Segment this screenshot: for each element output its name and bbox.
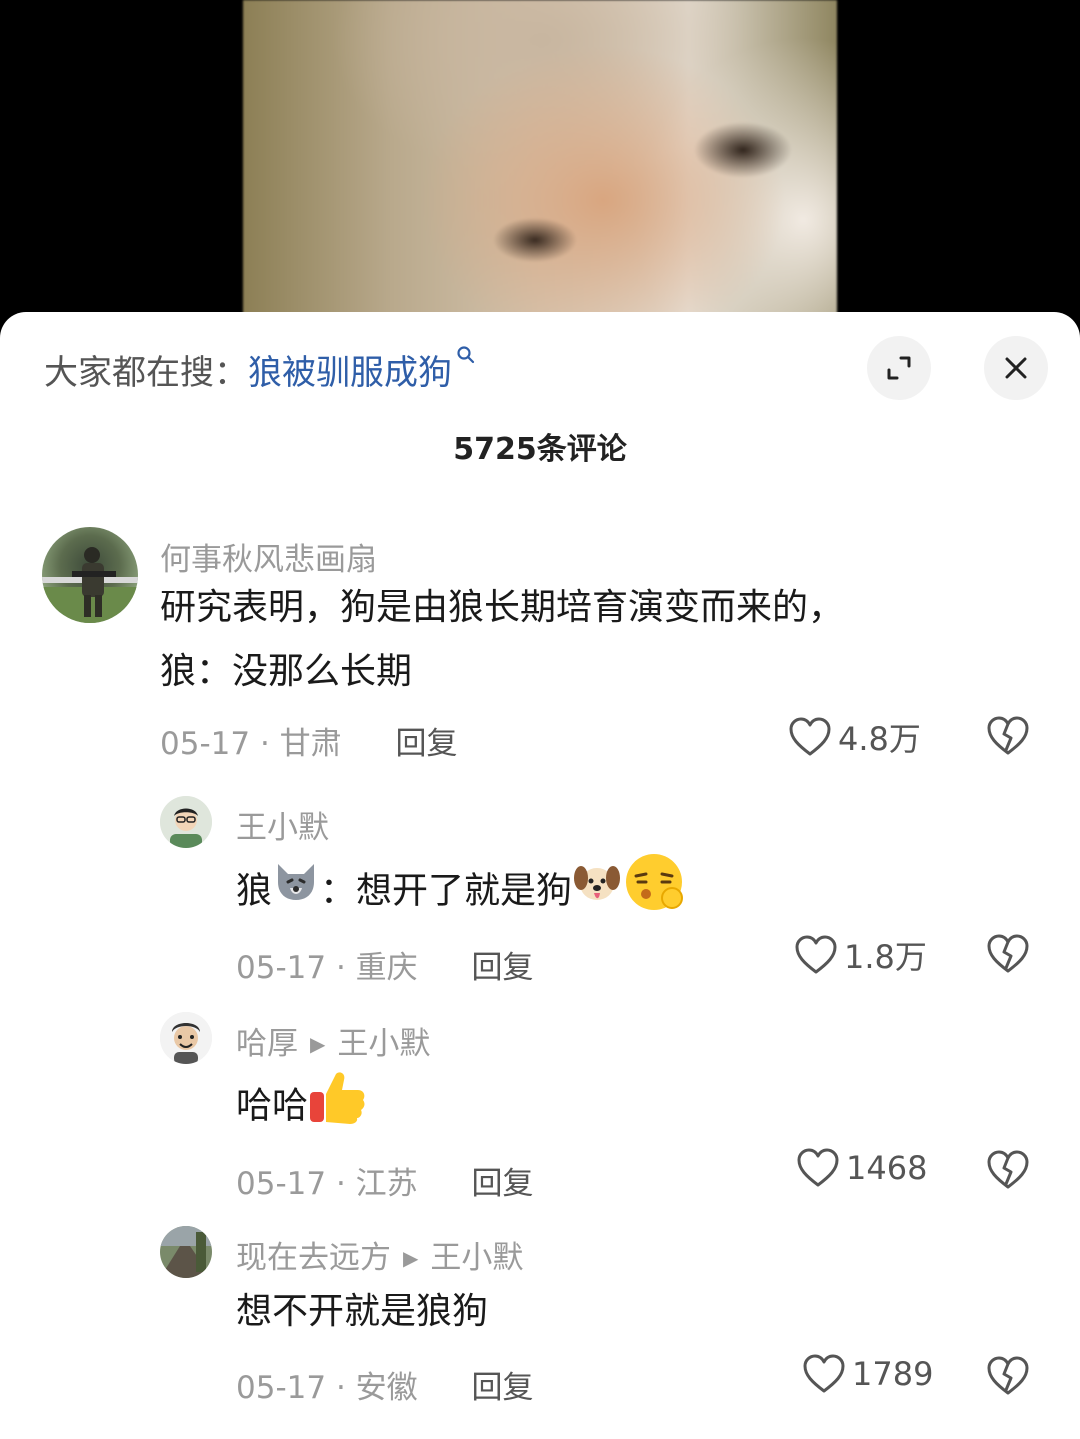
like-button[interactable]: 4.8万: [788, 714, 921, 760]
heart-outline-icon: [797, 1148, 839, 1187]
comment-text: 狼：没那么长期: [160, 651, 413, 692]
expand-icon: [887, 356, 911, 380]
broken-heart-icon: [987, 934, 1029, 973]
comment-region: 江苏: [355, 1166, 418, 1202]
like-button[interactable]: 1468: [796, 1148, 927, 1188]
reply-to-name[interactable]: 王小默: [430, 1240, 523, 1276]
comment-sheet: 大家都在搜： 狼被驯服成狗 5725条评论 何事秋风悲画扇 研究表明，狗是由狼长…: [0, 312, 1080, 1439]
heart-outline-icon: [795, 935, 837, 974]
reply-button[interactable]: 回复: [472, 950, 534, 986]
avatar[interactable]: [160, 1012, 212, 1064]
comment-count: 5725条评论: [453, 432, 627, 467]
heart-outline-icon: [803, 1354, 845, 1393]
comment-author[interactable]: 王小默: [236, 802, 329, 847]
comment-date: 05-17: [236, 1370, 327, 1406]
comment-item: 何事秋风悲画扇 研究表明，狗是由狼长期培育演变而来的， 狼：没那么长期 05-1…: [0, 522, 1080, 782]
reply-to-name[interactable]: 王小默: [337, 1026, 430, 1062]
close-button[interactable]: [984, 336, 1048, 400]
dislike-button[interactable]: [986, 1356, 1030, 1400]
thumbs-up-emoji-icon: [308, 1068, 368, 1147]
video-player[interactable]: [0, 0, 1080, 340]
reply-button[interactable]: 回复: [472, 1370, 534, 1406]
comment-text: 研究表明，狗是由狼长期培育演变而来的，: [160, 587, 845, 628]
comment-region: 安徽: [355, 1370, 418, 1406]
comment-meta: 05-17 · 安徽 回复: [236, 1370, 534, 1406]
heart-outline-icon: [789, 717, 831, 756]
expand-button[interactable]: [867, 336, 931, 400]
search-icon: [456, 345, 476, 370]
broken-heart-icon: [987, 716, 1029, 755]
comment-reply-item: 王小默 狼 ：想开了就是狗 05-17 · 重庆 回复 1.8万: [0, 792, 1080, 1002]
pouting-face-emoji-icon: [622, 852, 688, 933]
comment-text-part: 哈哈: [236, 1085, 309, 1127]
comment-author-name[interactable]: 现在去远方: [236, 1240, 391, 1276]
comment-text: 狼 ：想开了就是狗: [236, 852, 688, 933]
like-button[interactable]: 1.8万: [794, 932, 927, 978]
video-frame-wolf-closeup: [243, 0, 837, 340]
comment-region: 重庆: [355, 950, 418, 986]
reply-to-arrow-icon: ▶: [310, 1032, 326, 1056]
dislike-button[interactable]: [986, 716, 1030, 760]
comment-meta: 05-17 · 重庆 回复: [236, 950, 534, 986]
comment-author-name[interactable]: 哈厚: [236, 1026, 298, 1062]
suggested-search-term[interactable]: 狼被驯服成狗: [248, 345, 452, 394]
like-count: 1789: [852, 1355, 934, 1393]
comment-text: 想不开就是狼狗: [236, 1291, 489, 1332]
dislike-button[interactable]: [986, 1150, 1030, 1194]
reply-to-arrow-icon: ▶: [403, 1246, 419, 1270]
like-button[interactable]: 1789: [802, 1354, 933, 1394]
comment-meta: 05-17 · 甘肃 回复: [160, 726, 458, 762]
comment-author: 现在去远方 ▶ 王小默: [236, 1232, 523, 1277]
comment-text-part: 狼: [236, 870, 273, 912]
suggested-search-label: 大家都在搜：: [44, 352, 248, 393]
reply-button[interactable]: 回复: [396, 726, 458, 762]
avatar[interactable]: [42, 527, 138, 623]
like-count: 1.8万: [844, 938, 927, 976]
comment-date: 05-17: [160, 726, 251, 762]
like-count: 4.8万: [838, 720, 921, 758]
comment-text-part: ：想开了就是狗: [320, 870, 573, 912]
comment-author[interactable]: 何事秋风悲画扇: [160, 534, 377, 579]
wolf-emoji-icon: [272, 860, 320, 925]
suggested-search[interactable]: 大家都在搜： 狼被驯服成狗: [44, 345, 476, 393]
dog-emoji-icon: [572, 860, 622, 925]
comment-author: 哈厚 ▶ 王小默: [236, 1018, 430, 1063]
like-count: 1468: [846, 1149, 928, 1187]
reply-button[interactable]: 回复: [472, 1166, 534, 1202]
avatar[interactable]: [160, 796, 212, 848]
comment-text: 哈哈: [236, 1068, 368, 1147]
broken-heart-icon: [987, 1356, 1029, 1395]
dislike-button[interactable]: [986, 934, 1030, 978]
comment-date: 05-17: [236, 950, 327, 986]
comment-reply-item: 哈厚 ▶ 王小默 哈哈 05-17 · 江苏 回复 1468: [0, 1008, 1080, 1218]
comment-region: 甘肃: [279, 726, 342, 762]
comment-reply-item: 现在去远方 ▶ 王小默 想不开就是狼狗 05-17 · 安徽 回复 1789: [0, 1222, 1080, 1432]
close-icon: [1005, 357, 1027, 379]
broken-heart-icon: [987, 1150, 1029, 1189]
avatar[interactable]: [160, 1226, 212, 1278]
comment-meta: 05-17 · 江苏 回复: [236, 1166, 534, 1202]
comment-date: 05-17: [236, 1166, 327, 1202]
